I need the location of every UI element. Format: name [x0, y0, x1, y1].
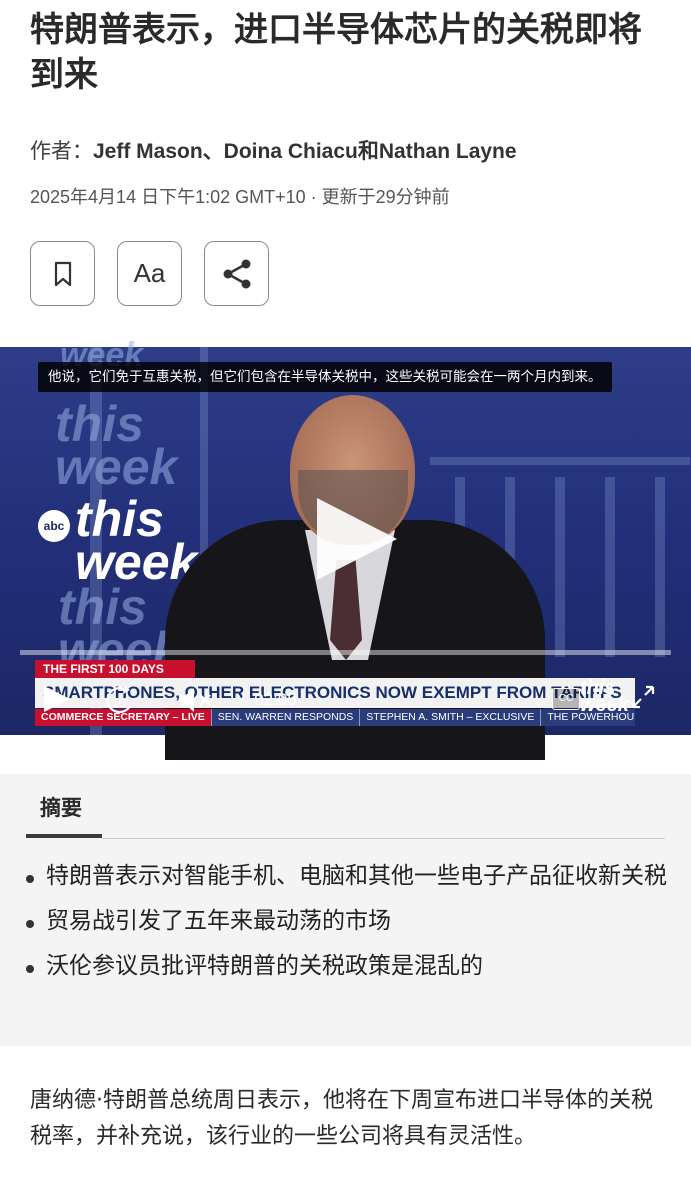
- show-logo-main: this week: [75, 491, 198, 590]
- dateline: 2025年4月14 日下午1:02 GMT+10 · 更新于29分钟前: [30, 187, 450, 207]
- captions-button[interactable]: CC: [552, 688, 580, 710]
- font-size-label: Aa: [133, 258, 166, 288]
- video-progress-bar[interactable]: [20, 650, 671, 655]
- summary-tab-indicator: [26, 834, 102, 838]
- bookmark-icon: [54, 261, 71, 286]
- skip-back-button[interactable]: 10: [104, 684, 138, 714]
- article-paragraph: 唐纳德·特朗普总统周日表示，他将在下周宣布进口半导体的关税税率，并补充说，该行业…: [30, 1088, 653, 1149]
- share-icon: [223, 259, 250, 288]
- bookmark-button[interactable]: [30, 241, 95, 306]
- mute-icon[interactable]: [178, 686, 214, 714]
- video-subtitle: 他说，它们免于互惠关税，但它们包含在半导体关税中，这些关税可能会在一两个月内到来…: [38, 362, 612, 392]
- byline-prefix: 作者：: [30, 139, 93, 163]
- summary-list: 特朗普表示对智能手机、电脑和其他一些电子产品征收新关税 贸易战引发了五年来最动荡…: [26, 858, 676, 993]
- summary-divider: [102, 838, 665, 839]
- broadcast-banner-top: THE FIRST 100 DAYS: [35, 660, 195, 678]
- share-button[interactable]: [204, 241, 269, 306]
- summary-item: 特朗普表示对智能手机、电脑和其他一些电子产品征收新关税: [26, 858, 676, 895]
- show-logo-corner: this week: [580, 677, 629, 716]
- play-small-icon[interactable]: [40, 684, 72, 714]
- summary-item: 沃伦参议员批评特朗普的关税政策是混乱的: [26, 948, 676, 985]
- show-logo-bg-3: this week: [58, 579, 181, 678]
- byline-authors[interactable]: Jeff Mason、Doina Chiacu和Nathan Layne: [93, 140, 517, 163]
- show-logo-bg-2: this week: [55, 396, 178, 495]
- video-time: / 02:05: [240, 690, 297, 709]
- font-size-button[interactable]: Aa: [117, 241, 182, 306]
- fullscreen-icon[interactable]: [630, 684, 656, 710]
- skip-back-label: 10: [112, 696, 126, 710]
- abc-logo: abc: [38, 510, 70, 542]
- byline: 作者：Jeff Mason、Doina Chiacu和Nathan Layne: [30, 136, 517, 167]
- summary-item: 贸易战引发了五年来最动荡的市场: [26, 903, 676, 940]
- play-button[interactable]: [317, 498, 397, 580]
- article-headline: 特朗普表示，进口半导体芯片的关税即将到来: [30, 10, 642, 95]
- summary-tab[interactable]: 摘要: [40, 792, 82, 822]
